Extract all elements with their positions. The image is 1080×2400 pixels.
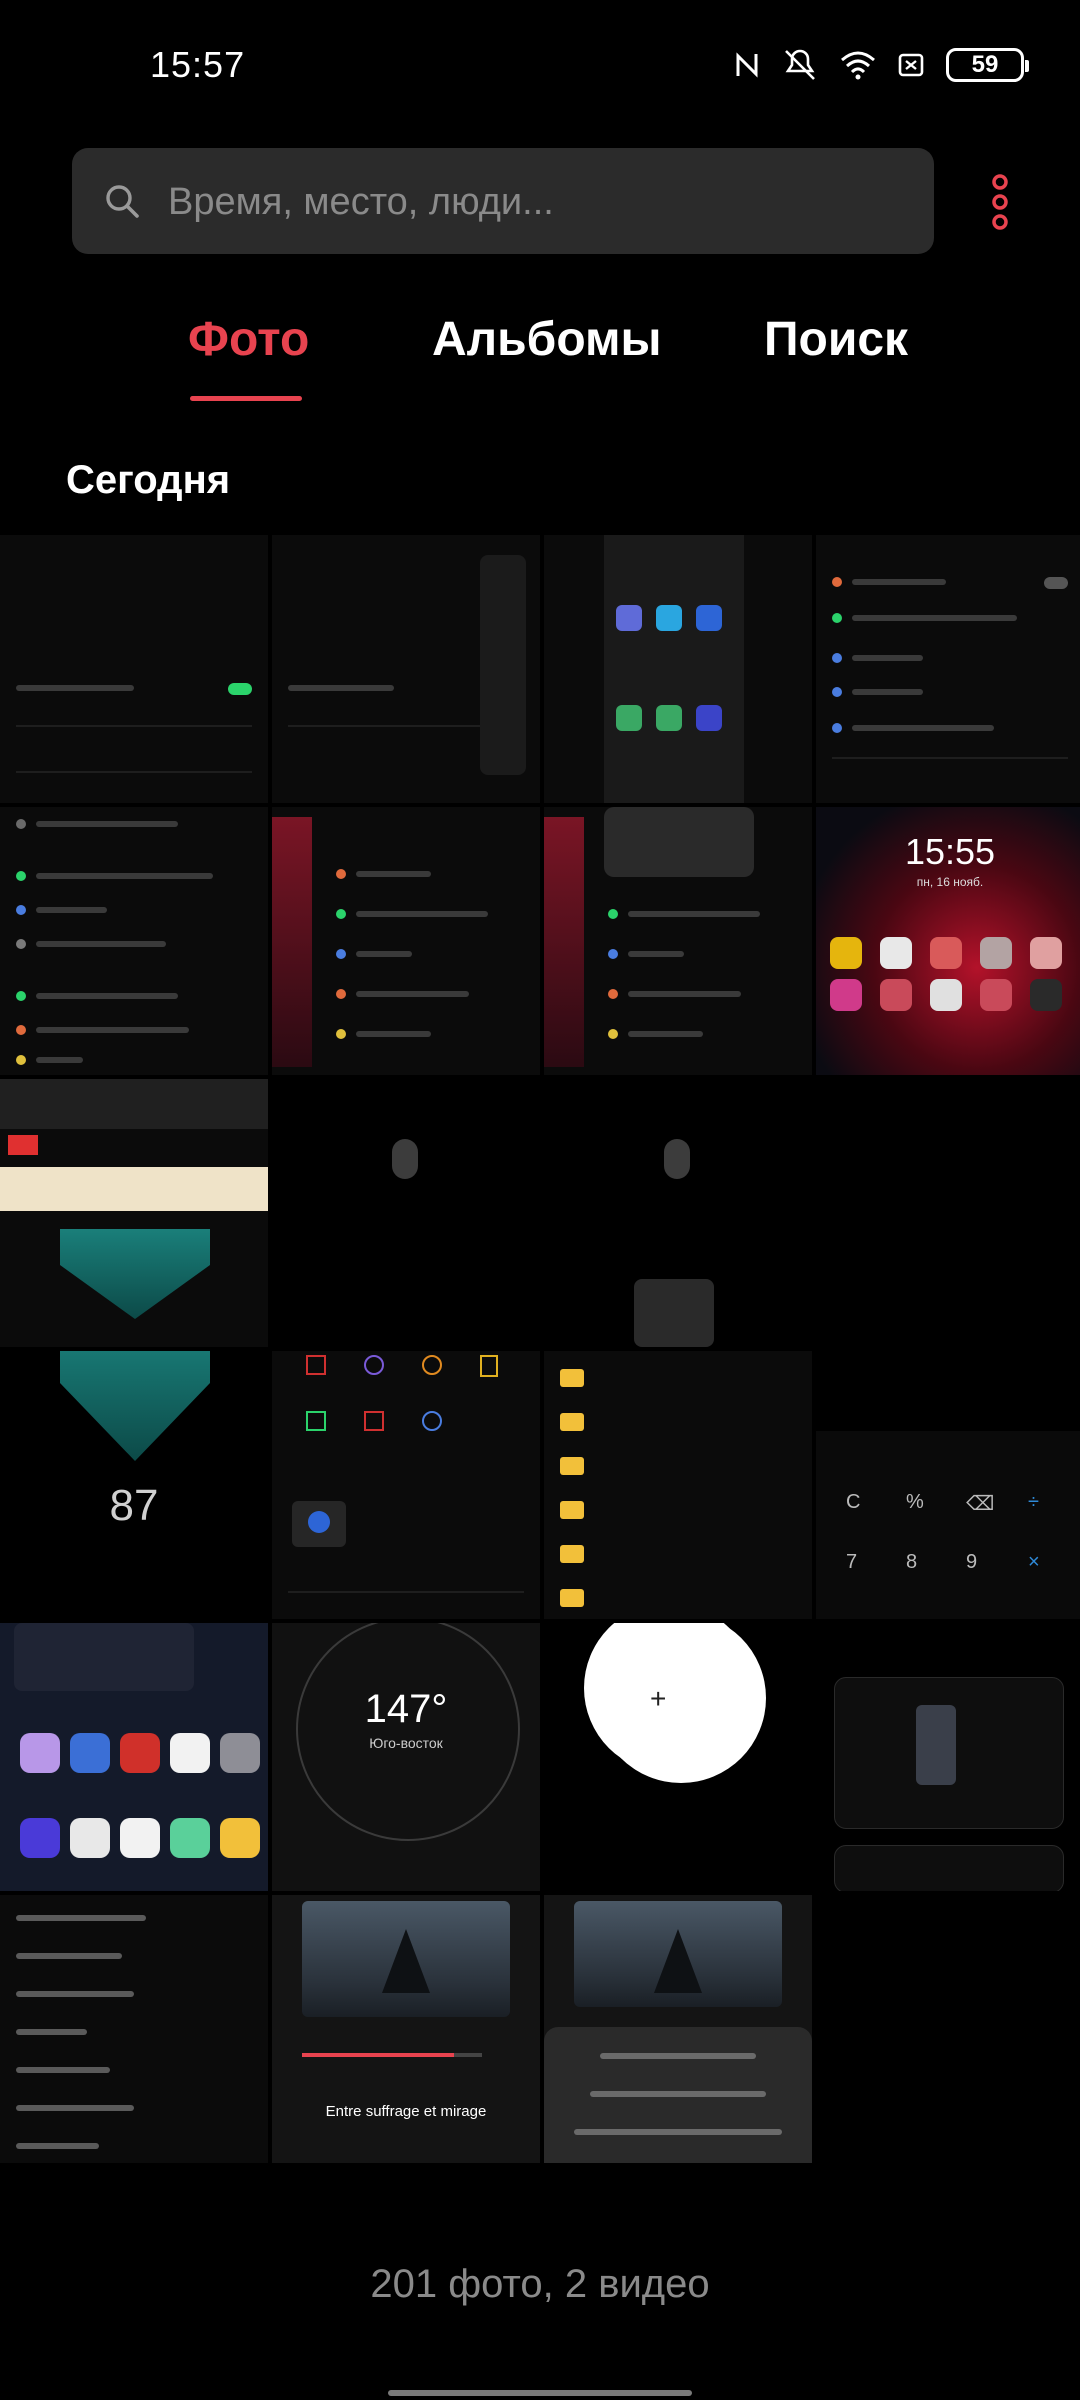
photo-thumbnail[interactable]: 147° Юго-восток bbox=[272, 1623, 540, 1891]
photo-thumbnail[interactable] bbox=[816, 535, 1080, 803]
photo-thumbnail[interactable] bbox=[544, 1351, 812, 1619]
home-indicator[interactable] bbox=[388, 2390, 692, 2396]
thumbnail-date: пн, 16 нояб. bbox=[916, 875, 984, 889]
photo-thumbnail[interactable] bbox=[272, 807, 540, 1075]
photo-grid-empty-cell bbox=[816, 1895, 1080, 2163]
photo-thumbnail[interactable] bbox=[0, 535, 268, 803]
tab-photos[interactable]: Фото bbox=[188, 312, 309, 367]
photo-thumbnail[interactable] bbox=[0, 1895, 268, 2163]
thumbnail-score: 87 bbox=[109, 1481, 159, 1530]
photo-thumbnail[interactable] bbox=[544, 1895, 812, 2163]
section-title: Сегодня bbox=[66, 458, 231, 502]
photo-thumbnail[interactable]: C % ⌫ ÷ 7 8 9 × bbox=[816, 1351, 1080, 1619]
photo-thumbnail[interactable] bbox=[0, 1623, 268, 1891]
battery-icon: 59 bbox=[946, 48, 1029, 82]
more-options-button[interactable] bbox=[980, 172, 1020, 232]
photo-thumbnail[interactable] bbox=[544, 1079, 812, 1347]
photo-thumbnail[interactable] bbox=[544, 535, 812, 803]
compass-direction: Юго-восток bbox=[369, 1735, 443, 1751]
photo-thumbnail[interactable] bbox=[544, 807, 812, 1075]
sim-icon bbox=[898, 53, 924, 77]
search-icon bbox=[102, 181, 142, 226]
photo-grid: 15:55 пн, 16 нояб. 87 C % ⌫ ÷ 7 8 9 × 14… bbox=[0, 535, 1080, 2163]
photo-thumbnail[interactable] bbox=[816, 1623, 1080, 1891]
thumbnail-clock: 15:55 bbox=[904, 831, 996, 872]
status-bar: 15:57 59 bbox=[0, 0, 1080, 130]
photo-thumbnail[interactable] bbox=[0, 807, 268, 1075]
search-input[interactable] bbox=[166, 170, 910, 234]
status-time: 15:57 bbox=[150, 44, 246, 85]
nfc-icon bbox=[734, 50, 760, 80]
tab-search[interactable]: Поиск bbox=[764, 312, 908, 367]
track-title: Entre suffrage et mirage bbox=[325, 2103, 487, 2120]
photo-thumbnail[interactable]: 87 bbox=[0, 1351, 268, 1619]
photo-thumbnail[interactable]: + bbox=[544, 1623, 812, 1891]
tab-indicator bbox=[190, 396, 302, 401]
compass-degrees: 147° bbox=[364, 1687, 448, 1731]
photo-thumbnail[interactable] bbox=[816, 1079, 1080, 1347]
search-bar[interactable] bbox=[72, 148, 934, 254]
photo-thumbnail[interactable]: Entre suffrage et mirage bbox=[272, 1895, 540, 2163]
media-count: 201 фото, 2 видео bbox=[370, 2262, 710, 2306]
photo-thumbnail[interactable]: 15:55 пн, 16 нояб. bbox=[816, 807, 1080, 1075]
photo-thumbnail[interactable] bbox=[272, 535, 540, 803]
thumbnail-app-icons bbox=[830, 937, 1070, 1011]
status-icons: 59 bbox=[734, 48, 1029, 82]
tab-albums[interactable]: Альбомы bbox=[432, 312, 662, 367]
tab-bar: Фото Альбомы Поиск bbox=[0, 300, 1080, 410]
photo-thumbnail[interactable] bbox=[272, 1351, 540, 1619]
mute-icon bbox=[782, 49, 818, 81]
photo-thumbnail[interactable] bbox=[0, 1079, 268, 1347]
wifi-icon bbox=[840, 50, 876, 80]
photo-thumbnail[interactable] bbox=[272, 1079, 540, 1347]
